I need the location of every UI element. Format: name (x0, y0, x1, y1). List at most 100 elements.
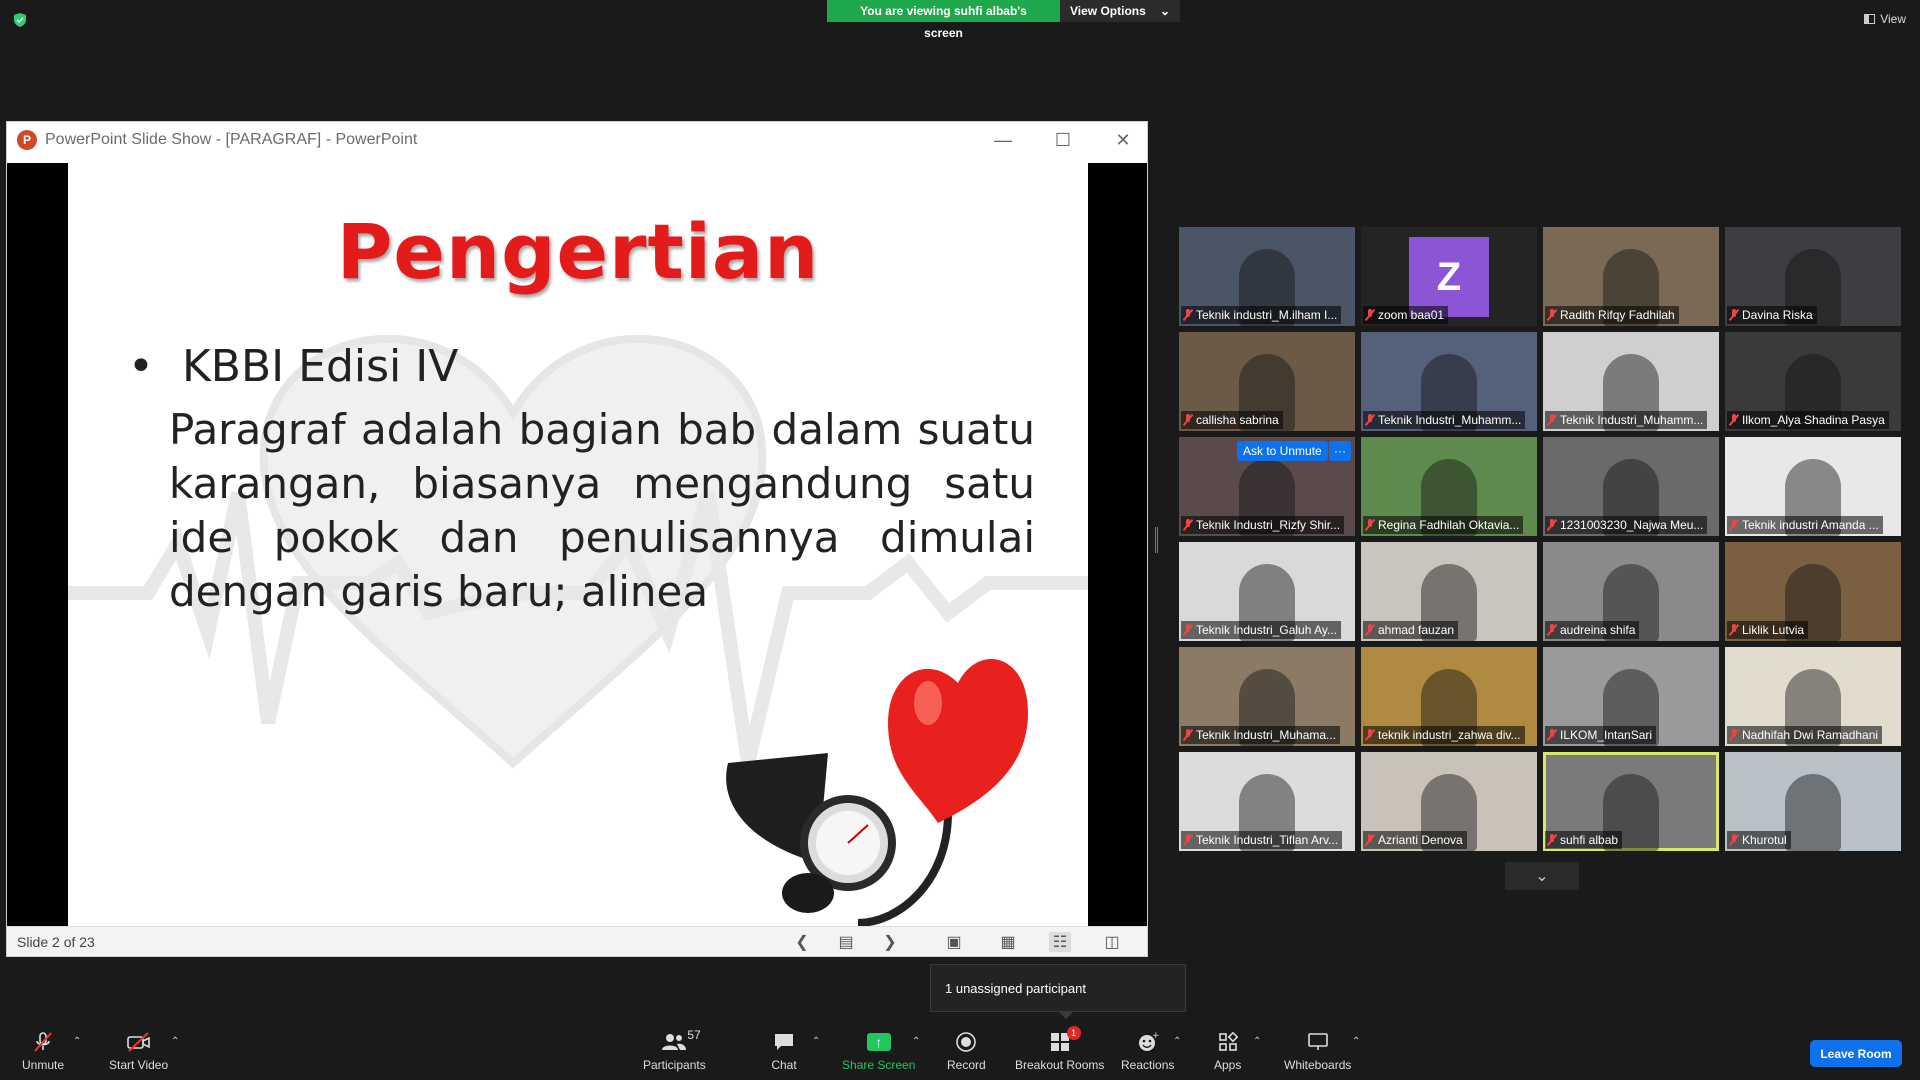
participant-name: audreina shifa (1560, 623, 1636, 637)
participant-tile[interactable]: Teknik Industri_Tiflan Arv... (1179, 752, 1355, 851)
breakout-tooltip: 1 unassigned participant (930, 964, 1186, 1019)
normal-view-icon[interactable]: ▣ (943, 932, 965, 952)
participant-tile[interactable]: teknik industri_zahwa div... (1361, 647, 1537, 746)
chat-label: Chat (771, 1058, 797, 1072)
minimize-icon[interactable]: — (973, 122, 1033, 158)
security-shield-icon[interactable] (12, 12, 28, 28)
participant-tile[interactable]: ahmad fauzan (1361, 542, 1537, 641)
reactions-label: Reactions (1121, 1058, 1175, 1072)
participant-tile[interactable]: Ask to Unmute ··· Teknik Industri_Rizfy Sh… (1179, 437, 1355, 536)
breakout-badge: 1 (1066, 1026, 1081, 1040)
video-options-chevron-icon[interactable]: ⌃ (171, 1036, 179, 1047)
participant-name: zoom baa01 (1378, 308, 1445, 322)
record-button[interactable]: Record (947, 1030, 986, 1072)
mic-muted-icon (1547, 414, 1557, 426)
slide-sorter-icon[interactable]: ▦ (997, 932, 1019, 952)
shared-powerpoint-window: P PowerPoint Slide Show - [PARAGRAF] - P… (6, 121, 1148, 957)
participant-name: Liklik Lutvia (1742, 623, 1805, 637)
mic-muted-icon (1729, 519, 1739, 531)
whiteboards-chevron-icon[interactable]: ⌃ (1352, 1036, 1360, 1047)
mic-muted-icon (1547, 309, 1557, 321)
meeting-toolbar: Unmute ⌃ Start Video ⌃ 57 Participants C… (0, 1020, 1920, 1080)
start-video-button[interactable]: Start Video (109, 1030, 168, 1072)
participant-tile[interactable]: callisha sabrina (1179, 332, 1355, 431)
chat-button[interactable]: Chat (771, 1030, 797, 1072)
audio-options-chevron-icon[interactable]: ⌃ (73, 1036, 81, 1047)
panel-splitter-handle[interactable] (1155, 527, 1158, 553)
reactions-icon: + (1135, 1030, 1161, 1054)
participant-name-tag: teknik industri_zahwa div... (1363, 726, 1525, 744)
participant-tile[interactable]: Teknik Industri_Galuh Ay... (1179, 542, 1355, 641)
participant-tile[interactable]: Radith Rifqy Fadhilah (1543, 227, 1719, 326)
participant-name-tag: Teknik industri Amanda ... (1727, 516, 1883, 534)
participant-name: Teknik Industri_Muhamm... (1560, 413, 1704, 427)
participant-name-tag: Radith Rifqy Fadhilah (1545, 306, 1679, 324)
slide-viewport: Pengertian • KBBI Edisi IV Paragraf adal… (7, 163, 1147, 927)
participant-tile[interactable]: Regina Fadhilah Oktavia... (1361, 437, 1537, 536)
next-slide-icon[interactable]: ❯ (879, 932, 901, 952)
participant-name: ahmad fauzan (1378, 623, 1455, 637)
participant-name: Teknik Industri_Muhama... (1196, 728, 1337, 742)
share-screen-button[interactable]: ↑ Share Screen (842, 1030, 915, 1072)
unmute-button[interactable]: Unmute (22, 1030, 64, 1072)
participant-name: Ilkom_Alya Shadina Pasya (1742, 413, 1885, 427)
participant-tile[interactable]: Nadhifah Dwi Ramadhani (1725, 647, 1901, 746)
reading-view-icon[interactable]: ☷ (1049, 932, 1071, 952)
mic-muted-icon (1729, 624, 1739, 636)
participant-tile[interactable]: Davina Riska (1725, 227, 1901, 326)
mic-muted-icon (1183, 414, 1193, 426)
mic-muted-icon (1365, 519, 1375, 531)
participant-tile[interactable]: Ilkom_Alya Shadina Pasya (1725, 332, 1901, 431)
viewing-screen-label: You are viewing suhfi albab's screen (827, 0, 1060, 40)
participant-tile[interactable]: Teknik Industri_Muhamm... (1543, 332, 1719, 431)
participant-tile[interactable]: 1231003230_Najwa Meu... (1543, 437, 1719, 536)
previous-slide-icon[interactable]: ❮ (791, 932, 813, 952)
participant-tile[interactable]: Teknik industri Amanda ... (1725, 437, 1901, 536)
reactions-chevron-icon[interactable]: ⌃ (1173, 1036, 1181, 1047)
unmute-label: Unmute (22, 1058, 65, 1072)
chat-options-chevron-icon[interactable]: ⌃ (812, 1036, 820, 1047)
participant-tile[interactable]: suhfi albab (1543, 752, 1719, 851)
maximize-icon[interactable]: ☐ (1033, 122, 1093, 158)
participant-tile[interactable]: Azrianti Denova (1361, 752, 1537, 851)
ask-to-unmute-button[interactable]: Ask to Unmute (1237, 441, 1328, 461)
participant-tile[interactable]: Liklik Lutvia (1725, 542, 1901, 641)
participant-tile[interactable]: Teknik Industri_Muhama... (1179, 647, 1355, 746)
participant-avatar: Z (1409, 237, 1489, 317)
reactions-button[interactable]: + Reactions (1121, 1030, 1174, 1072)
view-button[interactable]: View (1864, 12, 1906, 26)
gallery-next-page-icon[interactable]: ⌄ (1505, 862, 1579, 890)
participant-name-tag: Nadhifah Dwi Ramadhani (1727, 726, 1883, 744)
more-options-icon[interactable]: ··· (1329, 441, 1351, 461)
view-options-button[interactable]: View Options ⌄ (1060, 0, 1180, 22)
participants-button[interactable]: 57 Participants (643, 1028, 706, 1072)
apps-button[interactable]: Apps (1214, 1030, 1241, 1072)
participant-name-tag: ahmad fauzan (1363, 621, 1459, 639)
participant-tile[interactable]: Zzoom baa01 (1361, 227, 1537, 326)
apps-chevron-icon[interactable]: ⌃ (1253, 1036, 1261, 1047)
share-screen-icon: ↑ (866, 1030, 892, 1054)
close-icon[interactable]: ✕ (1093, 122, 1153, 158)
participant-tile[interactable]: Khurotul (1725, 752, 1901, 851)
share-options-chevron-icon[interactable]: ⌃ (912, 1036, 920, 1047)
slide-show-icon[interactable]: ◫ (1101, 932, 1123, 952)
participant-tile[interactable]: Teknik Industri_Muhamm... (1361, 332, 1537, 431)
screen-share-banner: You are viewing suhfi albab's screen Vie… (827, 0, 1180, 40)
slide-menu-icon[interactable]: ▤ (835, 932, 857, 952)
participant-tile[interactable]: ILKOM_IntanSari (1543, 647, 1719, 746)
ppt-status-bar: Slide 2 of 23 ❮ ▤ ❯ ▣ ▦ ☷ ◫ (7, 926, 1147, 956)
participant-name-tag: Teknik industri_M.ilham I... (1181, 306, 1342, 324)
leave-room-button[interactable]: Leave Room (1810, 1040, 1902, 1067)
participant-name-tag: Teknik Industri_Tiflan Arv... (1181, 831, 1343, 849)
whiteboard-icon (1305, 1030, 1331, 1054)
whiteboards-button[interactable]: Whiteboards (1284, 1030, 1351, 1072)
record-icon (953, 1030, 979, 1054)
participant-name: suhfi albab (1560, 833, 1619, 847)
view-layout-icon (1864, 14, 1876, 24)
participant-name: teknik industri_zahwa div... (1378, 728, 1521, 742)
participant-tile[interactable]: Teknik industri_M.ilham I... (1179, 227, 1355, 326)
participant-tile[interactable]: audreina shifa (1543, 542, 1719, 641)
mic-muted-icon (1547, 834, 1557, 846)
breakout-rooms-button[interactable]: 1 Breakout Rooms (1015, 1026, 1104, 1072)
participant-name: 1231003230_Najwa Meu... (1560, 518, 1704, 532)
